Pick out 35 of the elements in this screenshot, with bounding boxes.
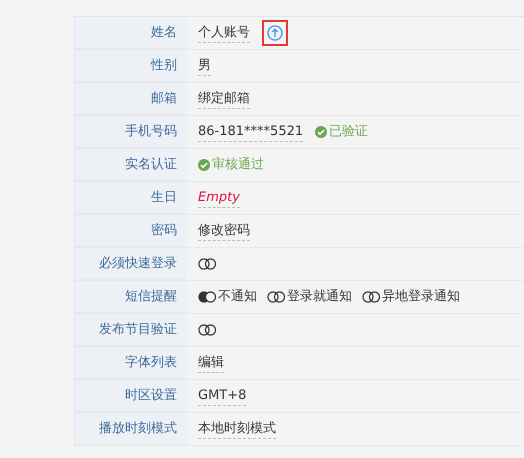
row-label: 发布节目验证 <box>99 320 177 339</box>
editable-value[interactable]: GMT+8 <box>198 386 246 406</box>
row-label: 性别 <box>151 56 177 75</box>
toggle-switch[interactable] <box>362 291 381 303</box>
row-label: 生日 <box>151 188 177 207</box>
editable-value[interactable]: 男 <box>198 56 211 76</box>
check-circle-icon <box>198 159 210 171</box>
option-label[interactable]: 登录就通知 <box>287 287 352 307</box>
row-label: 短信提醒 <box>125 288 177 306</box>
verified-status: 审核通过 <box>212 156 264 174</box>
verified-status: 已验证 <box>329 123 368 142</box>
row-label: 必须快速登录 <box>99 254 177 273</box>
toggle-switch[interactable] <box>198 258 217 270</box>
row-label: 手机号码 <box>125 122 177 141</box>
editable-value[interactable]: 86-181****5521 <box>198 122 304 142</box>
toggle-switch[interactable] <box>198 324 217 336</box>
row-label: 播放时刻模式 <box>99 420 177 438</box>
row-label: 时区设置 <box>125 386 177 405</box>
row-label: 密码 <box>151 222 177 240</box>
editable-value[interactable]: 个人账号 <box>198 24 250 42</box>
row-label: 实名认证 <box>125 156 177 174</box>
editable-value[interactable]: 编辑 <box>198 354 224 372</box>
option-label[interactable]: 异地登录通知 <box>382 287 460 307</box>
upload-icon[interactable] <box>267 25 283 41</box>
empty-value[interactable]: Empty <box>198 188 240 208</box>
row-label: 邮箱 <box>151 90 177 108</box>
row-label: 字体列表 <box>125 354 177 372</box>
check-circle-icon <box>315 126 328 138</box>
editable-value[interactable]: 绑定邮箱 <box>198 90 250 108</box>
option-label[interactable]: 不通知 <box>218 287 257 307</box>
editable-value[interactable]: 修改密码 <box>198 222 250 240</box>
row-label: 姓名 <box>151 24 177 42</box>
toggle-switch[interactable] <box>267 291 286 303</box>
editable-value[interactable]: 本地时刻模式 <box>198 420 276 438</box>
toggle-switch[interactable] <box>198 291 217 303</box>
